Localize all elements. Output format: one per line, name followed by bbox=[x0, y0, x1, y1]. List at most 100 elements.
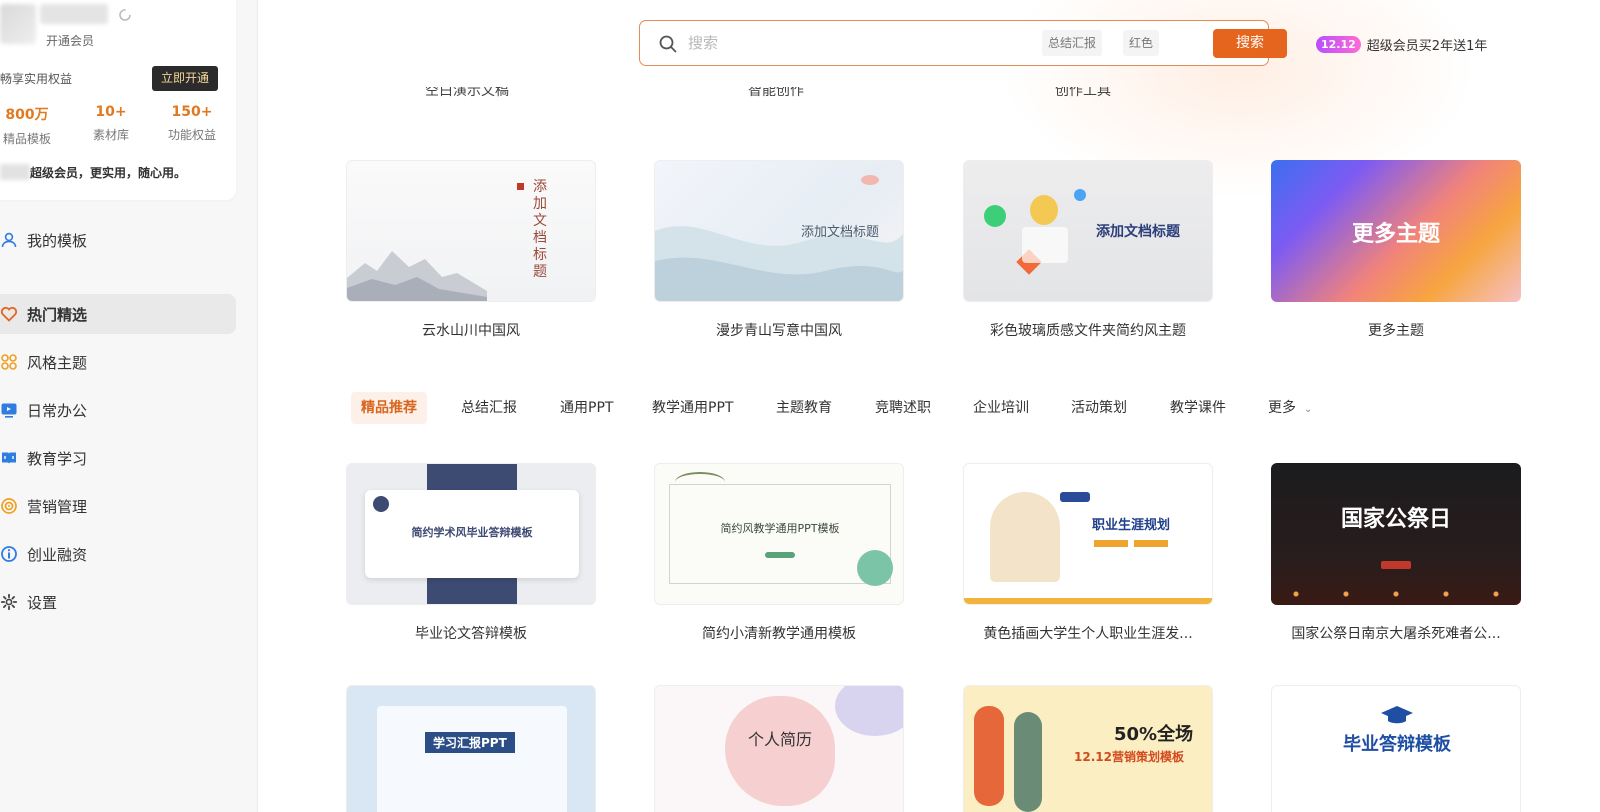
template-card[interactable]: 毕业答辩模板 bbox=[1271, 685, 1521, 812]
theme-thumbnail[interactable]: 添加文档标题 bbox=[963, 160, 1213, 302]
template-thumbnail[interactable]: 学习汇报PPT bbox=[346, 685, 596, 812]
template-thumbnail[interactable]: 个人简历 bbox=[654, 685, 904, 812]
thumb-title: 职业生涯规划 bbox=[1092, 518, 1171, 533]
template-thumbnail[interactable]: 职业生涯规划 bbox=[963, 463, 1213, 605]
button-decoration bbox=[1381, 561, 1411, 569]
thumb-title: 12.12营销策划模板 bbox=[1074, 750, 1184, 764]
tag-decoration bbox=[1060, 492, 1090, 502]
graduation-cap-icon bbox=[1381, 706, 1413, 724]
template-title[interactable]: 黄色插画大学生个人职业生涯发... bbox=[963, 623, 1213, 643]
thumb-title: 添加文档标题 bbox=[1096, 224, 1180, 240]
theme-title[interactable]: 云水山川中国风 bbox=[346, 320, 596, 340]
avatar[interactable] bbox=[0, 4, 36, 44]
mountain-illustration bbox=[347, 251, 487, 301]
template-card[interactable]: 简约风教学通用PPT模板 简约小清新教学通用模板 bbox=[654, 463, 904, 643]
thumb-subtitle: 50%全场 bbox=[1114, 724, 1194, 745]
folder-icon bbox=[1022, 227, 1068, 263]
figure-illustration bbox=[1014, 712, 1042, 812]
blank-presentation-label[interactable]: 空白演示文稿 bbox=[425, 87, 509, 101]
tab-more[interactable]: 更多 ⌄ bbox=[1268, 392, 1312, 424]
template-card[interactable]: 个人简历 bbox=[654, 685, 904, 812]
smart-create-label[interactable]: 智能创作 bbox=[748, 87, 804, 101]
footer-bar bbox=[964, 598, 1212, 604]
tab-featured[interactable]: 精品推荐 bbox=[351, 392, 427, 424]
refresh-icon[interactable] bbox=[117, 7, 133, 23]
template-thumbnail[interactable]: 50%全场 12.12营销策划模板 bbox=[963, 685, 1213, 812]
glass-ball-icon bbox=[984, 205, 1006, 227]
theme-card[interactable]: 更多主题 更多主题 bbox=[1271, 160, 1521, 340]
theme-card[interactable]: 添加文档标题 云水山川中国风 bbox=[346, 160, 596, 340]
search-button[interactable]: 搜索 bbox=[1213, 29, 1287, 58]
template-thumbnail[interactable]: 简约风教学通用PPT模板 bbox=[654, 463, 904, 605]
vip-promo[interactable]: 12.12 超级会员买2年送1年 bbox=[1316, 31, 1487, 57]
search-input[interactable] bbox=[688, 29, 1018, 57]
tab-job-competition[interactable]: 竞聘述职 bbox=[875, 392, 931, 424]
stat-label: 素材库 bbox=[92, 128, 129, 142]
tree-icon bbox=[857, 550, 893, 586]
tab-event-planning[interactable]: 活动策划 bbox=[1071, 392, 1127, 424]
template-card[interactable]: 50%全场 12.12营销策划模板 bbox=[963, 685, 1213, 812]
sidebar: 开通会员 畅享实用权益 立即开通 800万 精品模板 10+ 素材库 150+ … bbox=[0, 0, 258, 812]
promo-text: 超级会员买2年送1年 bbox=[1366, 38, 1488, 54]
template-thumbnail[interactable]: 国家公祭日 bbox=[1271, 463, 1521, 605]
template-card[interactable]: 职业生涯规划 黄色插画大学生个人职业生涯发... bbox=[963, 463, 1213, 643]
sidebar-item-label: 风格主题 bbox=[27, 353, 88, 372]
theme-title[interactable]: 更多主题 bbox=[1271, 320, 1521, 340]
template-card[interactable]: 简约学术风毕业答辩模板 毕业论文答辩模板 bbox=[346, 463, 596, 643]
template-card[interactable]: 学习汇报PPT bbox=[346, 685, 596, 812]
figure-illustration bbox=[974, 706, 1004, 806]
tab-teaching-ppt[interactable]: 教学通用PPT bbox=[652, 392, 733, 424]
stat-features: 150+ 功能权益 bbox=[162, 104, 222, 143]
template-title[interactable]: 国家公祭日南京大屠杀死难者公... bbox=[1271, 623, 1521, 643]
theme-card[interactable]: 添加文档标题 漫步青山写意中国风 bbox=[654, 160, 904, 340]
stat-value: 800万 bbox=[5, 107, 49, 123]
sidebar-item-my-templates[interactable]: 我的模板 bbox=[0, 220, 236, 260]
template-thumbnail[interactable]: 毕业答辩模板 bbox=[1271, 685, 1521, 812]
rights-title: 畅享实用权益 bbox=[0, 72, 73, 86]
template-title[interactable]: 毕业论文答辩模板 bbox=[346, 623, 596, 643]
sidebar-item-hot-picks[interactable]: 热门精选 bbox=[0, 294, 236, 334]
sidebar-item-daily-office[interactable]: 日常办公 bbox=[0, 390, 236, 430]
glass-ball-icon bbox=[1074, 189, 1086, 201]
template-thumbnail[interactable]: 简约学术风毕业答辩模板 bbox=[346, 463, 596, 605]
open-now-button[interactable]: 立即开通 bbox=[152, 66, 218, 91]
theme-thumbnail[interactable]: 添加文档标题 bbox=[654, 160, 904, 302]
search-tag-red[interactable]: 红色 bbox=[1123, 30, 1160, 56]
create-tools-label[interactable]: 创作工具 bbox=[1055, 87, 1111, 101]
thumb-title: 简约风教学通用PPT模板 bbox=[720, 522, 840, 535]
search-tag-summary[interactable]: 总结汇报 bbox=[1042, 30, 1103, 56]
sidebar-item-label: 热门精选 bbox=[27, 305, 88, 324]
vip-card: 开通会员 畅享实用权益 立即开通 800万 精品模板 10+ 素材库 150+ … bbox=[0, 0, 236, 200]
tab-general-ppt[interactable]: 通用PPT bbox=[560, 392, 613, 424]
sidebar-item-label: 创业融资 bbox=[27, 545, 88, 564]
tab-theme-education[interactable]: 主题教育 bbox=[776, 392, 832, 424]
main-content: 总结汇报 红色 搜索 12.12 超级会员买2年送1年 空白演示文稿 智能创作 … bbox=[258, 0, 1600, 812]
theme-title[interactable]: 彩色玻璃质感文件夹简约风主题 bbox=[963, 320, 1213, 340]
tab-corporate-training[interactable]: 企业培训 bbox=[973, 392, 1029, 424]
sun-icon bbox=[861, 175, 879, 185]
label-decoration bbox=[1134, 540, 1168, 547]
theme-thumbnail[interactable]: 更多主题 bbox=[1271, 160, 1521, 302]
stat-materials: 10+ 素材库 bbox=[80, 104, 142, 143]
glass-ball-icon bbox=[1030, 195, 1058, 225]
book-icon bbox=[2, 452, 16, 464]
sidebar-item-settings[interactable]: 设置 bbox=[0, 582, 236, 622]
theme-thumbnail[interactable]: 添加文档标题 bbox=[346, 160, 596, 302]
sidebar-item-startup-finance[interactable]: 创业融资 bbox=[0, 534, 236, 574]
theme-card[interactable]: 添加文档标题 彩色玻璃质感文件夹简约风主题 bbox=[963, 160, 1213, 340]
tab-courseware[interactable]: 教学课件 bbox=[1170, 392, 1226, 424]
logo-icon bbox=[373, 496, 389, 512]
theme-title[interactable]: 漫步青山写意中国风 bbox=[654, 320, 904, 340]
sidebar-item-education[interactable]: 教育学习 bbox=[0, 438, 236, 478]
thumb-title: 更多主题 bbox=[1351, 222, 1440, 247]
branch-decoration bbox=[675, 472, 725, 492]
sidebar-item-marketing[interactable]: 营销管理 bbox=[0, 486, 236, 526]
template-title[interactable]: 简约小清新教学通用模板 bbox=[654, 623, 904, 643]
sidebar-item-style-themes[interactable]: 风格主题 bbox=[0, 342, 236, 382]
stat-label: 精品模板 bbox=[2, 132, 51, 146]
template-card[interactable]: 国家公祭日 国家公祭日南京大屠杀死难者公... bbox=[1271, 463, 1521, 643]
open-vip-link[interactable]: 开通会员 bbox=[46, 32, 94, 49]
tab-summary-report[interactable]: 总结汇报 bbox=[461, 392, 517, 424]
illustration-figure bbox=[990, 492, 1060, 582]
blurred-text bbox=[0, 164, 30, 180]
